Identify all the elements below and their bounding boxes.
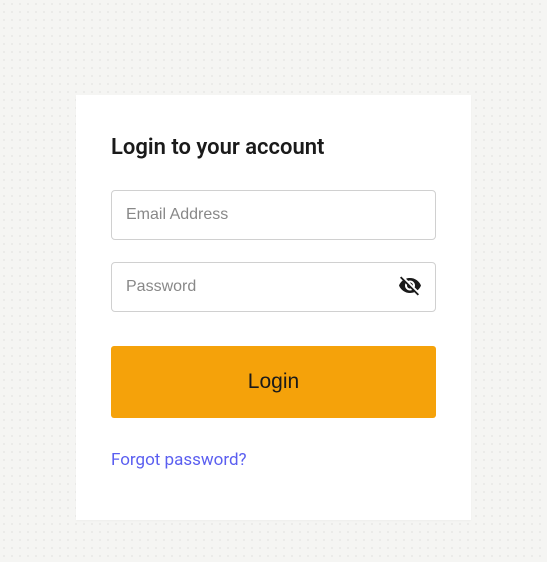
login-card: Login to your account Login Forgot passw… [76, 95, 471, 520]
login-title: Login to your account [111, 135, 436, 160]
password-field-wrapper [111, 262, 436, 312]
email-field[interactable] [111, 190, 436, 240]
eye-off-icon [398, 274, 422, 301]
password-field[interactable] [111, 262, 436, 312]
login-button[interactable]: Login [111, 346, 436, 418]
email-field-wrapper [111, 190, 436, 240]
toggle-password-visibility-button[interactable] [394, 270, 426, 305]
forgot-password-link[interactable]: Forgot password? [111, 450, 247, 470]
